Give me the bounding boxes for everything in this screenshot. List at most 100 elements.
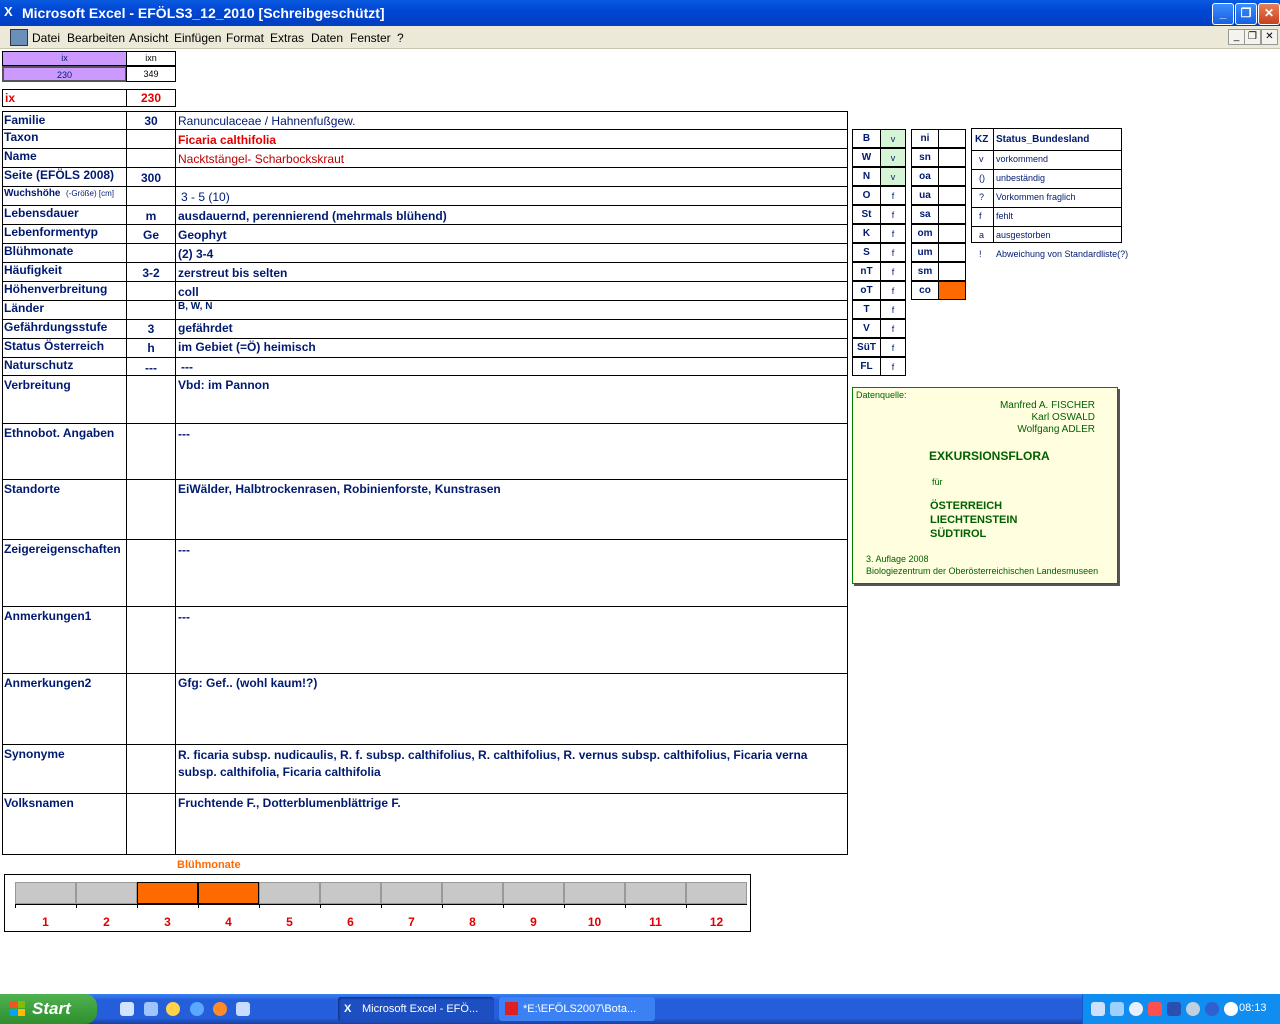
state-status-cell[interactable]: f <box>880 338 906 357</box>
region-code-cell[interactable]: co <box>911 281 939 300</box>
row-label: Taxon <box>4 130 39 144</box>
doc-restore-button[interactable]: ❐ <box>1244 29 1261 45</box>
menu-bar: Datei Bearbeiten Ansicht Einfügen Format… <box>0 26 1280 49</box>
region-code-cell[interactable]: sm <box>911 262 939 281</box>
ix-header-cell[interactable]: ix <box>2 51 127 66</box>
close-button[interactable]: ✕ <box>1258 3 1280 25</box>
region-status-cell[interactable] <box>938 167 966 186</box>
state-code-cell[interactable]: nT <box>852 262 881 281</box>
state-code-cell[interactable]: B <box>852 129 881 148</box>
messenger-icon[interactable] <box>1224 1002 1238 1016</box>
region-status-cell[interactable] <box>938 129 966 148</box>
state-code-cell[interactable]: S <box>852 243 881 262</box>
state-code-cell[interactable]: K <box>852 224 881 243</box>
menu-ansicht[interactable]: Ansicht <box>129 31 168 45</box>
quicklaunch-outlook-icon[interactable] <box>236 1002 250 1016</box>
doc-close-button[interactable]: ✕ <box>1261 29 1278 45</box>
menu-format[interactable]: Format <box>226 31 264 45</box>
quicklaunch-desktop-icon[interactable] <box>120 1002 134 1016</box>
menu-datei[interactable]: Datei <box>32 31 60 45</box>
state-code-cell[interactable]: oT <box>852 281 881 300</box>
row-label: Familie <box>4 113 46 127</box>
shield-icon[interactable] <box>1167 1002 1181 1016</box>
menu-extras[interactable]: Extras <box>270 31 304 45</box>
state-code-cell[interactable]: SüT <box>852 338 881 357</box>
task-editor-label: *E:\EFÖLS2007\Bota... <box>523 1003 637 1015</box>
info-icon[interactable] <box>1205 1002 1219 1016</box>
ixn-header-cell[interactable]: ixn <box>126 51 176 66</box>
state-code-cell[interactable]: W <box>852 148 881 167</box>
row-label: Wuchshöhe <box>4 188 61 199</box>
row-label: Seite (EFÖLS 2008) <box>4 168 115 182</box>
quicklaunch-media-icon[interactable] <box>166 1002 180 1016</box>
excel-app-icon[interactable]: X <box>4 5 18 19</box>
security-icon[interactable] <box>1148 1002 1162 1016</box>
quicklaunch-ie-icon[interactable] <box>190 1002 204 1016</box>
quicklaunch-explorer-icon[interactable] <box>144 1002 158 1016</box>
state-status-cell[interactable]: f <box>880 281 906 300</box>
menu-fenster[interactable]: Fenster <box>350 31 391 45</box>
task-editor[interactable]: *E:\EFÖLS2007\Bota... <box>499 997 655 1021</box>
state-status-cell[interactable]: v <box>880 129 906 148</box>
region-code-cell[interactable]: oa <box>911 167 939 186</box>
editor-task-icon <box>505 1002 518 1015</box>
quicklaunch-firefox-icon[interactable] <box>213 1002 227 1016</box>
region-status-cell[interactable] <box>938 281 966 300</box>
network-icon[interactable] <box>1091 1002 1105 1016</box>
state-status-cell[interactable]: v <box>880 148 906 167</box>
region-code-cell[interactable]: sn <box>911 148 939 167</box>
region-code-cell[interactable]: ni <box>911 129 939 148</box>
region-code-cell[interactable]: ua <box>911 186 939 205</box>
region-status-cell[interactable] <box>938 224 966 243</box>
region-code-cell[interactable]: om <box>911 224 939 243</box>
state-status-cell[interactable]: f <box>880 262 906 281</box>
row-divider <box>2 281 848 282</box>
region-code-cell[interactable]: um <box>911 243 939 262</box>
state-code-cell[interactable]: V <box>852 319 881 338</box>
region-status-cell[interactable] <box>938 148 966 167</box>
region-status-cell[interactable] <box>938 186 966 205</box>
search-icon[interactable] <box>1129 1002 1143 1016</box>
menu-bearbeiten[interactable]: Bearbeiten <box>67 31 125 45</box>
state-code-cell[interactable]: T <box>852 300 881 319</box>
ix-label-cell[interactable]: ix <box>2 89 127 107</box>
region-status-cell[interactable] <box>938 243 966 262</box>
region-status-cell[interactable] <box>938 262 966 281</box>
clock-sync-icon[interactable] <box>1186 1002 1200 1016</box>
taskbar: Start X Microsoft Excel - EFÖ... *E:\EFÖ… <box>0 994 1280 1024</box>
state-status-cell[interactable]: f <box>880 319 906 338</box>
state-code-cell[interactable]: FL <box>852 357 881 376</box>
menu-daten[interactable]: Daten <box>311 31 343 45</box>
state-status-cell[interactable]: v <box>880 167 906 186</box>
ix-big-value-cell[interactable]: 230 <box>126 89 176 107</box>
start-button[interactable]: Start <box>0 994 97 1024</box>
row-label: Synonyme <box>4 747 65 761</box>
legend-kz-header: KZ <box>975 134 989 145</box>
doc-minimize-button[interactable]: _ <box>1228 29 1245 45</box>
state-status-cell[interactable]: f <box>880 205 906 224</box>
state-code-cell[interactable]: O <box>852 186 881 205</box>
task-excel[interactable]: X Microsoft Excel - EFÖ... <box>338 997 494 1021</box>
region-status-cell[interactable] <box>938 205 966 224</box>
row-value: B, W, N <box>178 301 213 312</box>
state-code-cell[interactable]: N <box>852 167 881 186</box>
state-status-cell[interactable]: f <box>880 186 906 205</box>
ixn-value-cell[interactable]: 349 <box>126 66 176 82</box>
restore-button[interactable]: ❐ <box>1235 3 1257 25</box>
volume-icon[interactable] <box>1110 1002 1124 1016</box>
state-status-cell[interactable]: f <box>880 357 906 376</box>
workbook-icon[interactable] <box>10 29 28 46</box>
state-status-cell[interactable]: f <box>880 224 906 243</box>
row-divider <box>2 300 848 301</box>
state-status-cell[interactable]: f <box>880 243 906 262</box>
clock: 08:13 <box>1239 1002 1267 1014</box>
menu-help[interactable]: ? <box>397 31 404 45</box>
menu-einfuegen[interactable]: Einfügen <box>174 31 221 45</box>
row-divider <box>2 539 848 540</box>
ix-value-cell[interactable]: 230 <box>2 66 127 82</box>
state-code-cell[interactable]: St <box>852 205 881 224</box>
region-code-cell[interactable]: sa <box>911 205 939 224</box>
state-status-cell[interactable]: f <box>880 300 906 319</box>
bloom-month-label: 5 <box>286 915 293 929</box>
minimize-button[interactable]: _ <box>1212 3 1234 25</box>
